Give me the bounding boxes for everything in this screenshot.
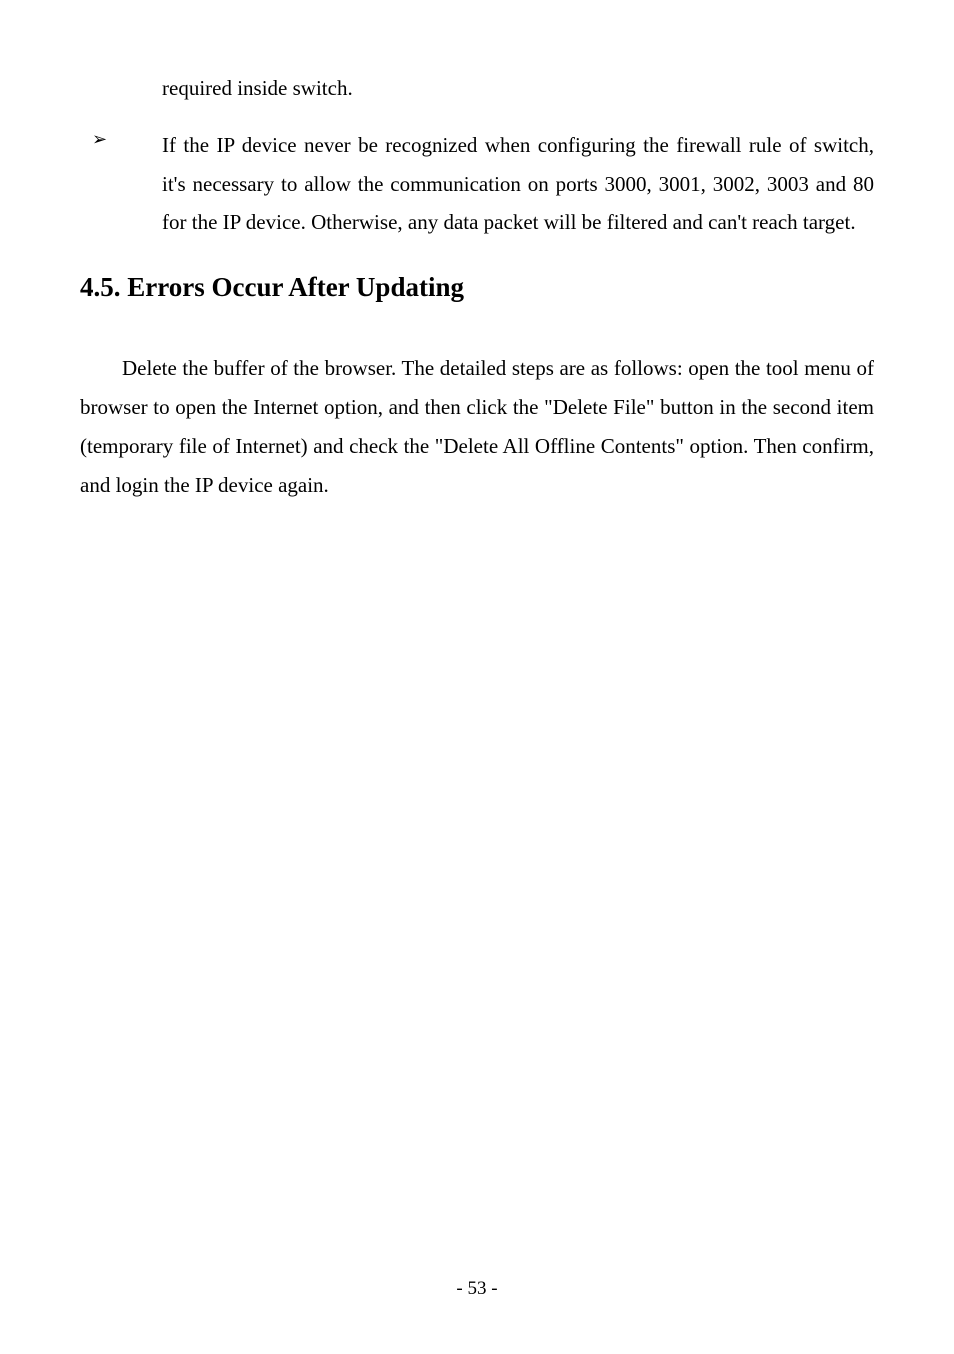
continuation-text: required inside switch. <box>162 70 874 108</box>
section-heading: 4.5. Errors Occur After Updating <box>80 272 874 303</box>
bullet-item: ➢ If the IP device never be recognized w… <box>80 126 874 243</box>
body-paragraph: Delete the buffer of the browser. The de… <box>80 349 874 504</box>
bullet-marker-icon: ➢ <box>80 126 128 243</box>
page-number: - 53 - <box>0 1278 954 1300</box>
bullet-text: If the IP device never be recognized whe… <box>128 126 874 243</box>
